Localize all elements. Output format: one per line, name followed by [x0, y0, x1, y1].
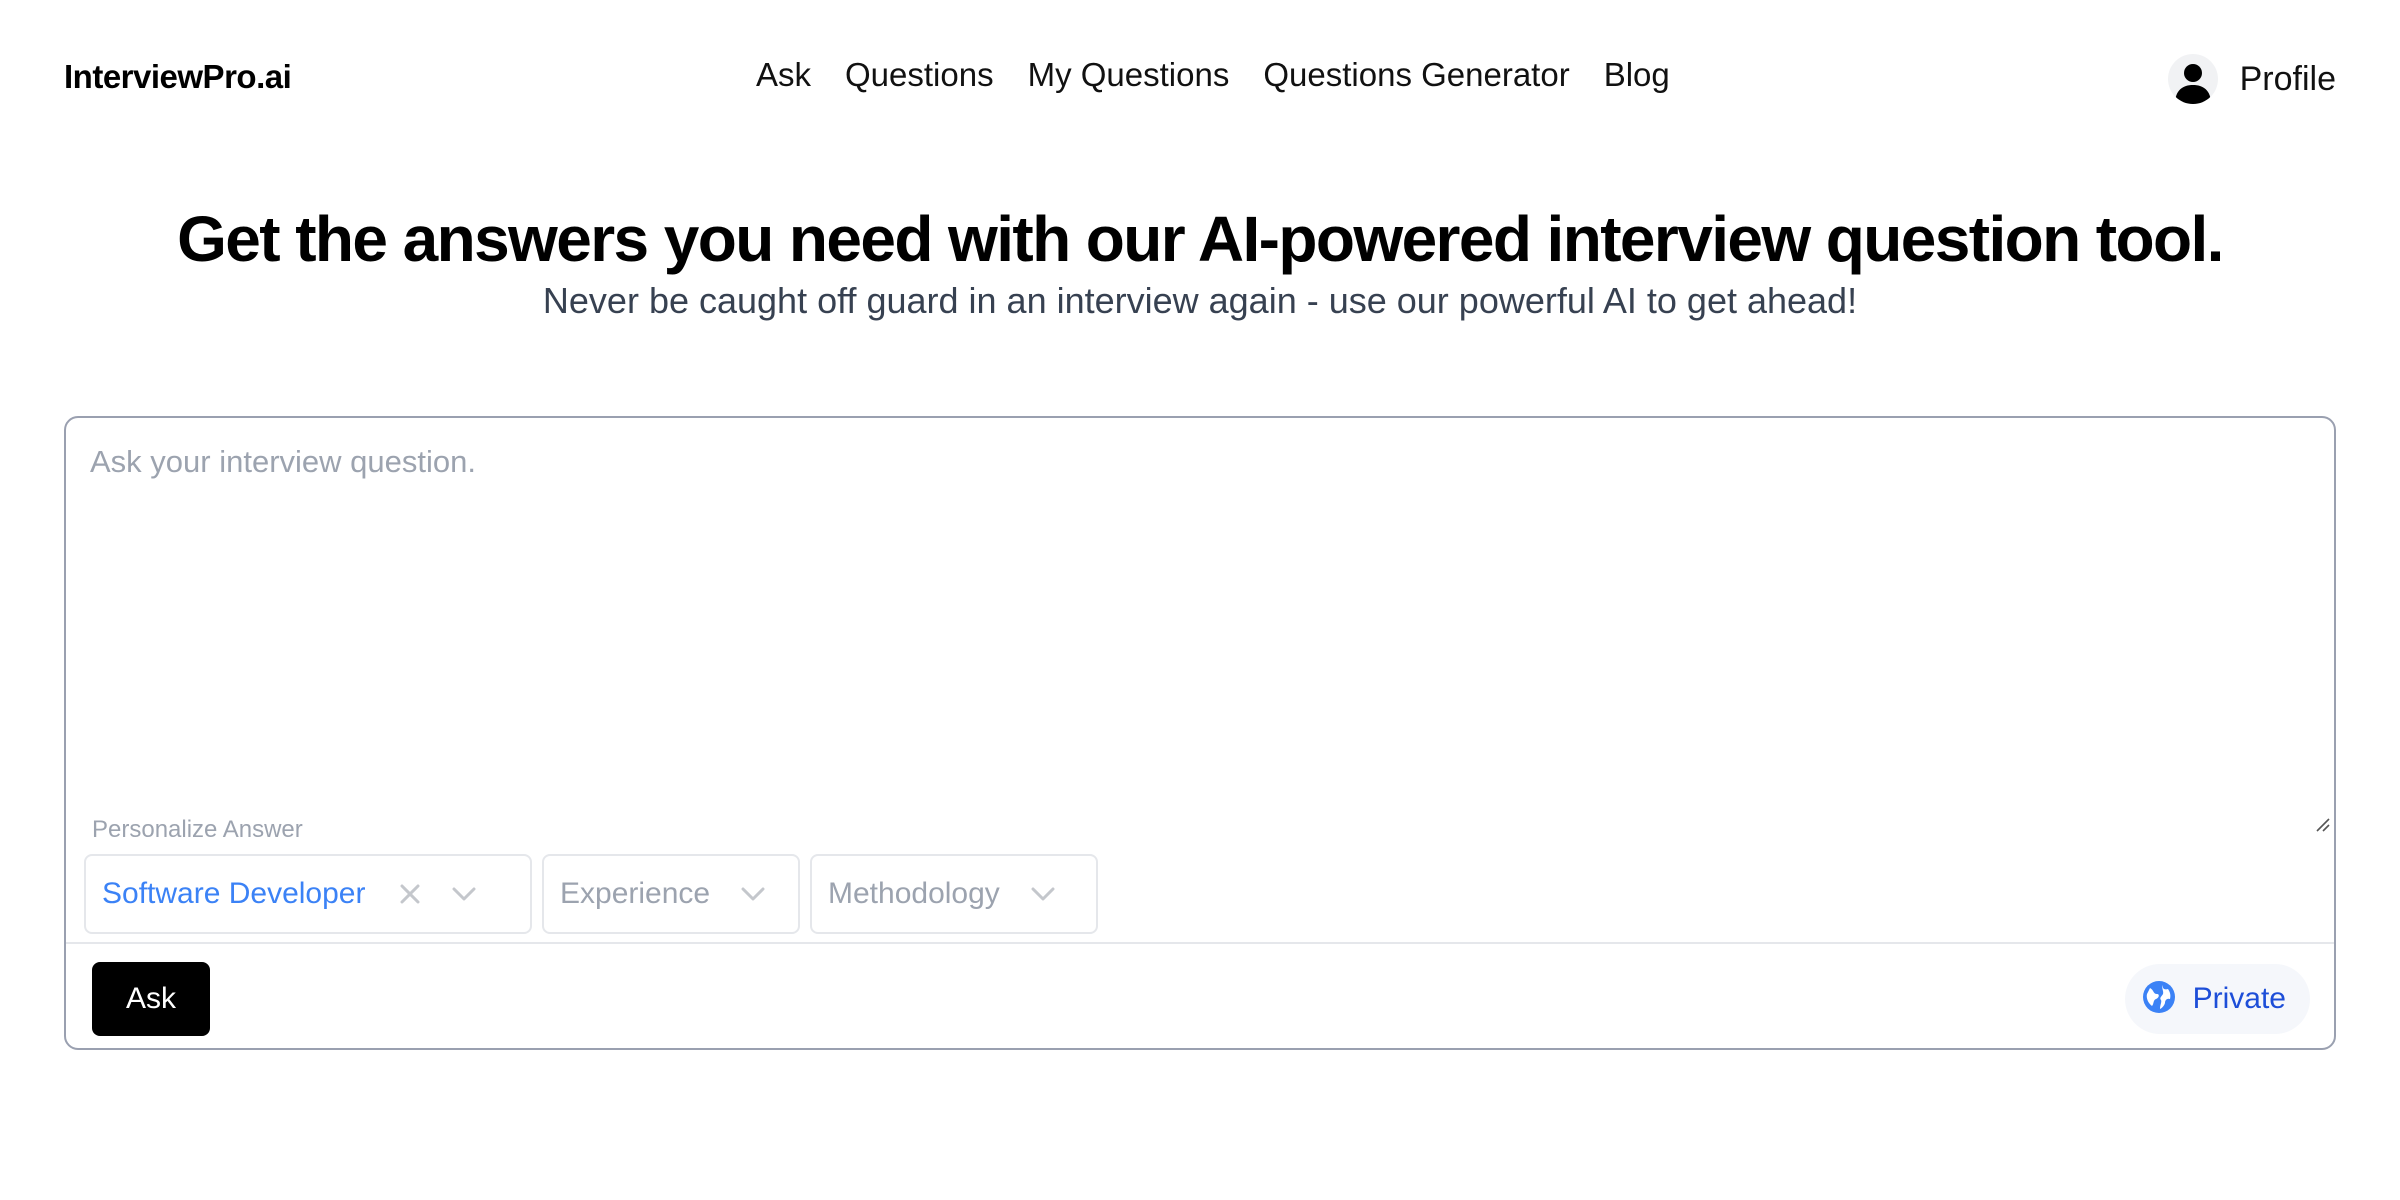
resize-handle-icon[interactable] — [2314, 816, 2330, 832]
profile-menu[interactable]: Profile — [2167, 54, 2336, 104]
profile-label: Profile — [2239, 59, 2336, 98]
chevron-down-icon[interactable] — [740, 886, 766, 902]
nav-questions[interactable]: Questions — [845, 56, 994, 94]
top-header: InterviewPro.ai Ask Questions My Questio… — [0, 0, 2400, 160]
privacy-globe-icon — [2141, 979, 2177, 1020]
personalize-selects: Software Developer Experience Methodolog… — [84, 854, 1098, 934]
methodology-select[interactable]: Methodology — [810, 854, 1098, 934]
clear-icon[interactable] — [399, 883, 421, 905]
experience-select[interactable]: Experience — [542, 854, 800, 934]
ask-button[interactable]: Ask — [92, 962, 210, 1036]
chevron-down-icon[interactable] — [451, 886, 477, 902]
hero-title: Get the answers you need with our AI-pow… — [177, 203, 2224, 275]
experience-select-placeholder: Experience — [560, 877, 711, 910]
visibility-toggle[interactable]: Private — [2124, 964, 2310, 1034]
methodology-select-placeholder: Methodology — [828, 877, 1000, 910]
nav-blog[interactable]: Blog — [1604, 56, 1670, 94]
chevron-down-icon[interactable] — [1030, 886, 1056, 902]
nav-ask[interactable]: Ask — [756, 56, 811, 94]
main-nav: Ask Questions My Questions Questions Gen… — [756, 56, 1670, 94]
nav-my-questions[interactable]: My Questions — [1028, 56, 1230, 94]
role-select[interactable]: Software Developer — [84, 854, 532, 934]
brand-logo[interactable]: InterviewPro.ai — [64, 58, 292, 96]
private-label: Private — [2192, 982, 2286, 1015]
personalize-label: Personalize Answer — [92, 816, 303, 843]
card-divider — [66, 942, 2334, 944]
hero-subtitle: Never be caught off guard in an intervie… — [542, 280, 1858, 321]
question-input[interactable] — [66, 418, 2334, 838]
role-select-value: Software Developer — [102, 877, 366, 910]
user-avatar-icon — [2167, 54, 2218, 104]
page: InterviewPro.ai Ask Questions My Questio… — [0, 0, 2400, 1200]
question-card: Personalize Answer Software Developer — [64, 416, 2336, 1050]
nav-questions-generator[interactable]: Questions Generator — [1263, 56, 1569, 94]
